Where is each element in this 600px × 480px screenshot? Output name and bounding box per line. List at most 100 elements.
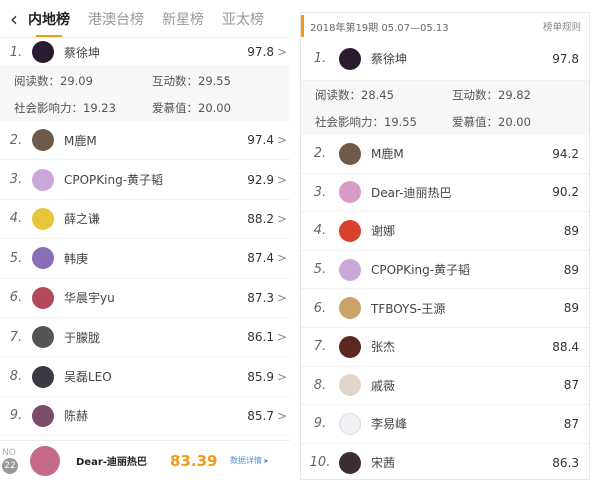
avatar	[32, 41, 54, 63]
rank-number: 5.	[9, 250, 23, 266]
tab-mainland[interactable]: 内地榜	[28, 9, 70, 37]
score-value: 89	[563, 301, 579, 316]
list-item[interactable]: 8. 戚薇 87	[301, 367, 589, 406]
score-value: 90.2	[552, 185, 579, 200]
back-chevron-icon[interactable]: ‹	[0, 7, 28, 31]
artist-name: M鹿M	[64, 133, 97, 148]
score-value: 87	[563, 378, 579, 393]
artist-name: 李易峰	[371, 417, 408, 432]
artist-name: 蔡徐坤	[371, 52, 408, 66]
score-value: 86.1	[247, 330, 274, 345]
artist-name: CPOPKing-黄子韬	[371, 263, 471, 278]
list-item[interactable]: 7. 于朦胧 86.1 >	[0, 318, 290, 358]
week-header: 2018年第19期 05.07—05.13 榜单规则	[301, 15, 589, 37]
chevron-right-icon: >	[276, 251, 288, 266]
chevron-right-icon: >	[276, 408, 288, 423]
artist-name: 陈赫	[64, 409, 89, 424]
ranking-rules-link[interactable]: 榜单规则	[543, 19, 581, 33]
chevron-right-icon: >	[276, 172, 288, 187]
list-item[interactable]: 3. CPOPKing-黄子韬 92.9 >	[0, 160, 290, 200]
score-value: 92.9	[247, 172, 274, 187]
artist-name: 吴磊LEO	[64, 370, 112, 385]
score-value: 87.3	[247, 290, 274, 305]
avatar	[32, 404, 54, 427]
list-item[interactable]: 7. 张杰 88.4	[301, 328, 589, 367]
data-detail-link[interactable]: 数据详情 ▸	[230, 455, 290, 466]
rank-number: 8.	[9, 369, 23, 385]
stats-row: 社会影响力：19.23 爱慕值：20.00	[0, 94, 290, 121]
footer-score: 83.39	[170, 451, 218, 470]
social-influence: 社会影响力：19.23	[14, 100, 116, 115]
list-item[interactable]: 4. 谢娜 89	[301, 212, 589, 251]
avatar	[339, 181, 361, 204]
list-item[interactable]: 6. 华晨宇yu 87.3 >	[0, 279, 290, 318]
rank-number: 6.	[313, 300, 327, 316]
avatar	[32, 207, 54, 230]
list-item[interactable]: 9. 李易峰 87	[301, 405, 589, 444]
rank-number: 4.	[9, 211, 23, 227]
footer-artist-name: Dear-迪丽热巴	[76, 457, 147, 468]
artist-name: Dear-迪丽热巴	[371, 185, 452, 200]
avatar	[339, 335, 361, 358]
avatar	[32, 326, 54, 349]
list-item[interactable]: 8. 吴磊LEO 85.9 >	[0, 357, 290, 397]
stats-row: 社会影响力：19.55 爱慕值：20.00	[301, 108, 589, 135]
stats-row: 阅读数：29.09 互动数：29.55	[0, 67, 290, 94]
score-value: 88.4	[552, 339, 579, 354]
admiration-value: 爱慕值：20.00	[152, 100, 231, 115]
tab-hk-macau-taiwan[interactable]: 港澳台榜	[88, 9, 144, 29]
list-item[interactable]: 1. 蔡徐坤 97.8 >	[0, 38, 290, 67]
tab-new-star[interactable]: 新星榜	[162, 9, 204, 29]
rank-number: 8.	[313, 377, 327, 393]
list-item[interactable]: 2. M鹿M 97.4 >	[0, 121, 290, 161]
chevron-right-icon: >	[276, 45, 288, 59]
artist-name: 华晨宇yu	[64, 291, 115, 306]
stats-row: 阅读数：28.45 互动数：29.82	[301, 81, 589, 108]
rank-number: 7.	[313, 339, 327, 355]
artist-name: 宋茜	[371, 456, 396, 471]
rank-number: 2.	[9, 132, 23, 148]
tab-asia-pacific[interactable]: 亚太榜	[222, 9, 264, 29]
chevron-right-icon: >	[276, 211, 288, 226]
list-item[interactable]: 6. TFBOYS-王源 89	[301, 289, 589, 328]
right-ranking-panel: 2018年第19期 05.07—05.13 榜单规则 1. 蔡徐坤 97.8 阅…	[300, 12, 590, 480]
list-item[interactable]: 10. 宋茜 86.3	[301, 444, 589, 479]
score-value: 85.9	[247, 369, 274, 384]
week-label: 2018年第19期 05.07—05.13	[310, 22, 449, 34]
avatar	[32, 247, 54, 270]
rank-number: 3.	[9, 172, 23, 188]
rank-number: 1.	[9, 44, 23, 60]
avatar	[32, 286, 54, 309]
chevron-right-icon: >	[276, 330, 288, 345]
rank-number: 1.	[313, 51, 327, 66]
my-rank-footer[interactable]: NO22 Dear-迪丽热巴 83.39 数据详情 ▸	[0, 440, 290, 480]
rank-number: 2.	[313, 146, 327, 162]
footer-rank-label: NO	[2, 447, 16, 458]
left-ranking-panel: ‹ 内地榜 港澳台榜 新星榜 亚太榜 1. 蔡徐坤 97.8 > 阅读数：29.…	[0, 0, 290, 480]
list-item[interactable]: 3. Dear-迪丽热巴 90.2	[301, 174, 589, 213]
admiration-value: 爱慕值：20.00	[452, 114, 531, 129]
list-item[interactable]: 1. 蔡徐坤 97.8	[301, 37, 589, 81]
list-item[interactable]: 2. M鹿M 94.2	[301, 135, 589, 174]
artist-name: 蔡徐坤	[64, 45, 101, 60]
social-influence: 社会影响力：19.55	[315, 114, 417, 129]
artist-name: TFBOYS-王源	[371, 301, 446, 316]
read-count: 阅读数：29.09	[14, 73, 93, 88]
rank-number: 9.	[9, 408, 23, 424]
score-value: 85.7	[247, 408, 274, 423]
avatar	[32, 365, 54, 388]
score-value: 89	[563, 262, 579, 277]
score-value: 88.2	[247, 211, 274, 226]
list-item[interactable]: 9. 陈赫 85.7 >	[0, 397, 290, 437]
score-value: 97.8	[552, 51, 579, 66]
score-value: 87	[563, 416, 579, 431]
list-item[interactable]: 5. CPOPKing-黄子韬 89	[301, 251, 589, 290]
rank-number: 5.	[313, 262, 327, 278]
list-item[interactable]: 5. 韩庚 87.4 >	[0, 239, 290, 279]
score-value: 86.3	[552, 455, 579, 470]
avatar	[339, 412, 361, 435]
list-item[interactable]: 4. 薛之谦 88.2 >	[0, 200, 290, 240]
artist-name: 张杰	[371, 340, 396, 355]
score-value: 89	[563, 223, 579, 238]
rank-number: 6.	[9, 290, 23, 306]
